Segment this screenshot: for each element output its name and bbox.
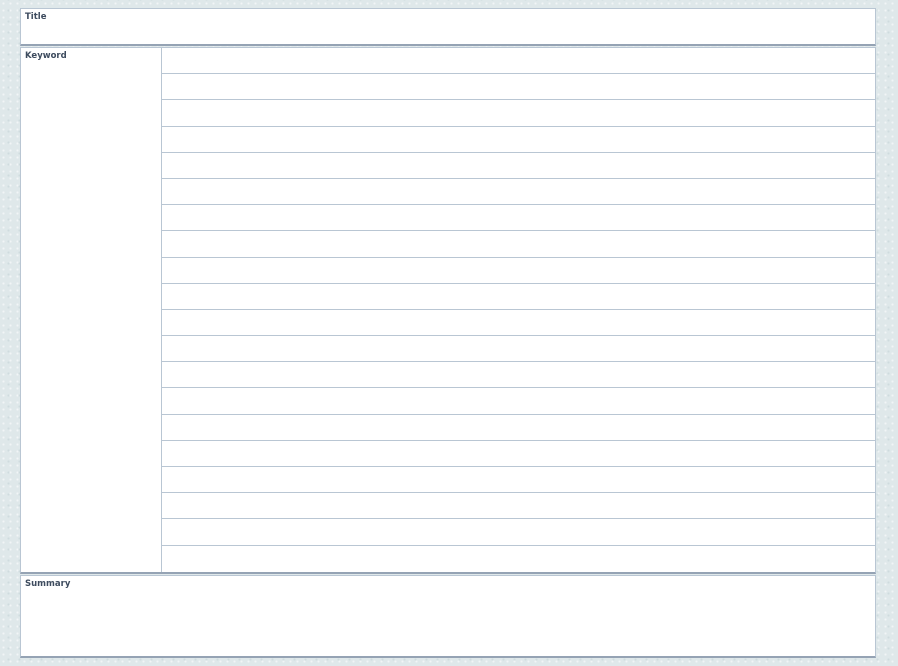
note-line — [162, 415, 875, 441]
keyword-column[interactable]: Keyword — [21, 48, 162, 572]
summary-area[interactable]: Summary — [20, 575, 876, 658]
note-line — [162, 519, 875, 546]
note-line — [162, 441, 875, 467]
note-line — [162, 127, 875, 153]
note-line — [162, 310, 875, 337]
title-area[interactable]: Title — [20, 8, 876, 46]
notes-column[interactable] — [162, 48, 875, 572]
note-line — [162, 205, 875, 232]
title-label: Title — [25, 12, 47, 22]
note-line — [162, 74, 875, 101]
notes-area: Keyword — [20, 47, 876, 574]
note-line — [162, 336, 875, 363]
note-line — [162, 179, 875, 206]
note-line — [162, 467, 875, 494]
note-line — [162, 153, 875, 179]
note-line — [162, 48, 875, 75]
note-line — [162, 100, 875, 127]
summary-label: Summary — [25, 579, 71, 589]
note-line — [162, 362, 875, 389]
note-line — [162, 231, 875, 258]
note-line — [162, 284, 875, 310]
note-line — [162, 388, 875, 415]
note-line — [162, 493, 875, 520]
note-line — [162, 546, 875, 572]
keyword-label: Keyword — [25, 51, 67, 61]
note-line — [162, 258, 875, 284]
